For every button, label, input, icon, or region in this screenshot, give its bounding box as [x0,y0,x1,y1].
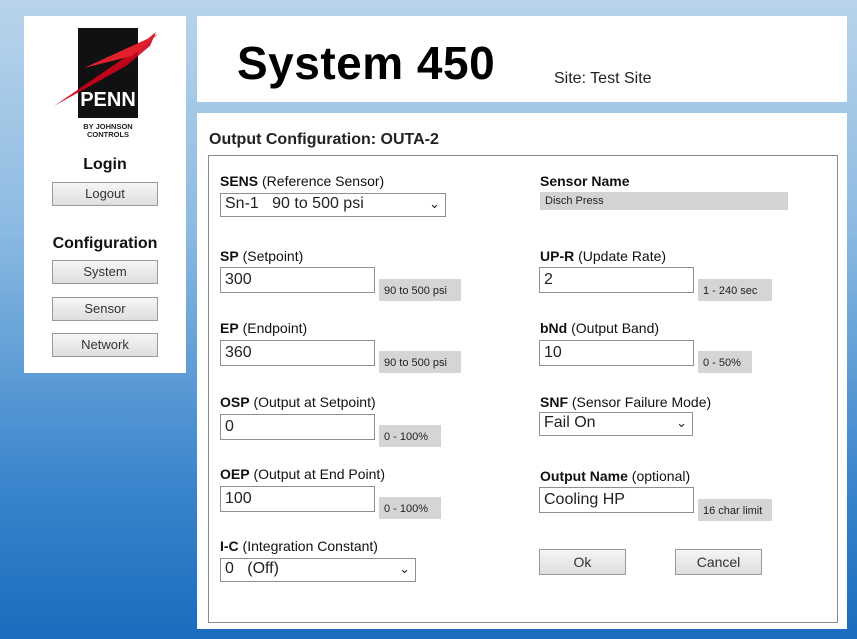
page-title: Output Configuration: OUTA-2 [209,131,439,148]
svg-text:CONTROLS: CONTROLS [87,130,129,139]
output-config-form: SENS (Reference Sensor) Sn-1 90 to 500 p… [208,155,838,623]
sp-input[interactable] [220,267,375,293]
network-button[interactable]: Network [52,333,158,357]
sens-value: Sn-1 90 to 500 psi [225,195,364,212]
sp-range: 90 to 500 psi [379,279,461,301]
snf-value: Fail On [544,414,596,431]
output-name-label: Output Name (optional) [540,468,691,484]
chevron-down-icon: ⌄ [399,561,410,576]
ic-value: 0 (Off) [225,560,279,577]
header: System 450 Site: Test Site [197,16,847,102]
cancel-button[interactable]: Cancel [675,549,762,575]
chevron-down-icon: ⌄ [676,415,687,430]
site-label: Site: Test Site [554,70,652,87]
upr-input[interactable] [539,267,694,293]
sp-label: SP (Setpoint) [220,248,304,264]
oep-input[interactable] [220,486,375,512]
login-heading: Login [83,156,127,173]
osp-label: OSP (Output at Setpoint) [220,394,376,410]
chevron-down-icon: ⌄ [429,196,440,211]
ic-label: I-C (Integration Constant) [220,538,378,554]
sens-select[interactable]: Sn-1 90 to 500 psi ⌄ [220,193,446,217]
osp-range: 0 - 100% [379,425,441,447]
oep-range: 0 - 100% [379,497,441,519]
logout-button[interactable]: Logout [52,182,158,206]
penn-logo: PENN BY JOHNSON CONTROLS [54,26,159,146]
ep-input[interactable] [220,340,375,366]
main-panel: Output Configuration: OUTA-2 SENS (Refer… [197,113,847,629]
ok-button[interactable]: Ok [539,549,626,575]
snf-label: SNF (Sensor Failure Mode) [540,394,712,410]
configuration-heading: Configuration [52,235,158,252]
app-title: System 450 [237,37,496,89]
sensor-button[interactable]: Sensor [52,297,158,321]
ep-range: 90 to 500 psi [379,351,461,373]
output-name-limit: 16 char limit [698,499,772,521]
logo-text: PENN [80,89,136,111]
upr-label: UP-R (Update Rate) [540,248,667,264]
bnd-range: 0 - 50% [698,351,752,373]
sensor-name-value: Disch Press [540,192,788,210]
ic-select[interactable]: 0 (Off) ⌄ [220,558,416,582]
bnd-input[interactable] [539,340,694,366]
snf-select[interactable]: Fail On ⌄ [539,412,693,436]
osp-input[interactable] [220,414,375,440]
sidebar: PENN BY JOHNSON CONTROLS Login Logout Co… [24,16,186,373]
output-name-input[interactable] [539,487,694,513]
oep-label: OEP (Output at End Point) [220,466,385,482]
sens-label: SENS (Reference Sensor) [220,173,385,189]
upr-range: 1 - 240 sec [698,279,772,301]
ep-label: EP (Endpoint) [220,320,308,336]
system-button[interactable]: System [52,260,158,284]
sensor-name-label: Sensor Name [540,173,630,189]
bnd-label: bNd (Output Band) [540,320,660,336]
